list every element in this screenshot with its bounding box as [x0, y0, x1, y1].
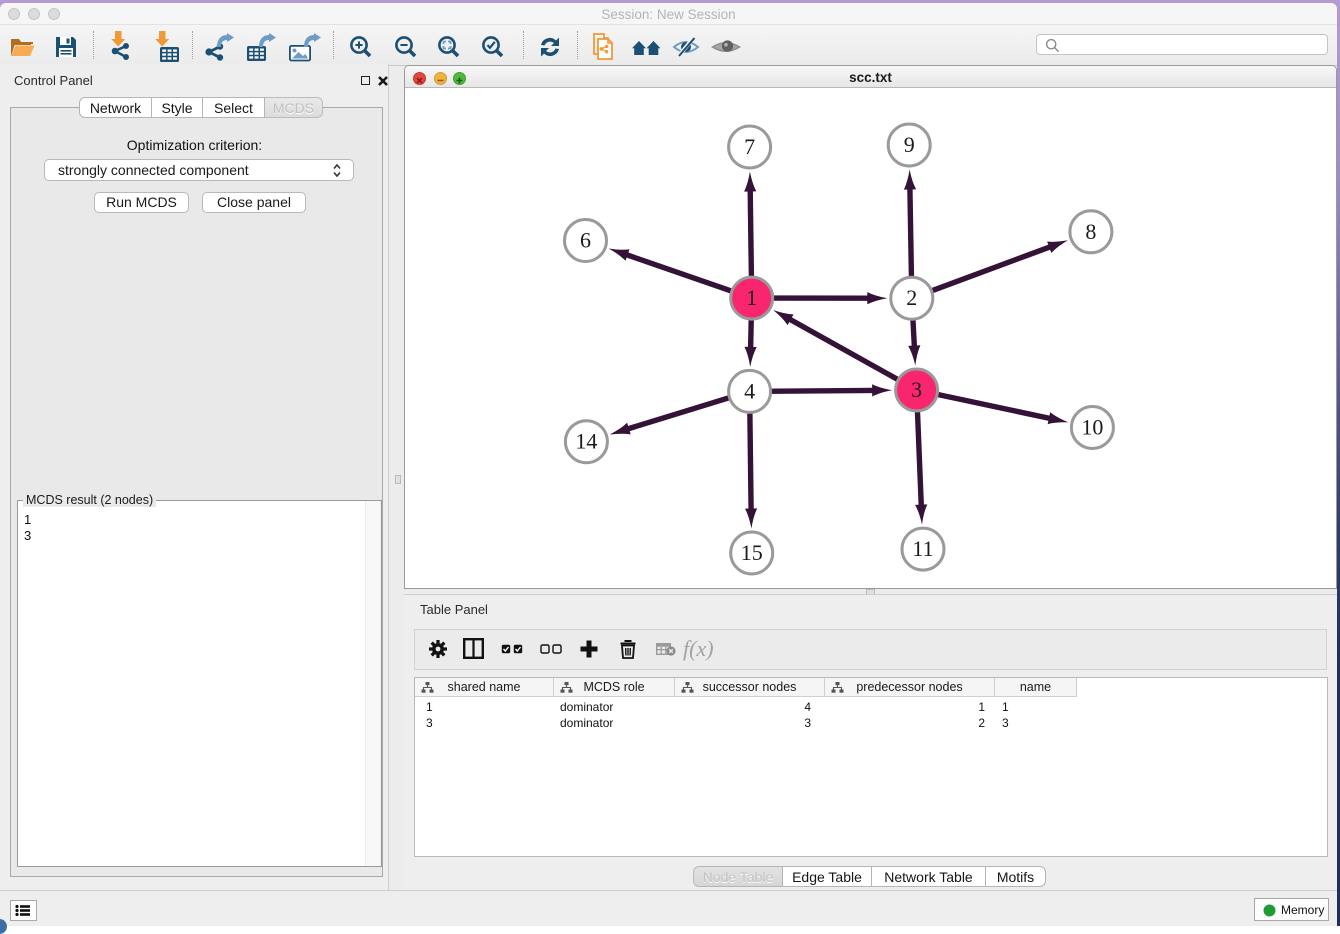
svg-text:7: 7 — [744, 134, 755, 159]
svg-text:2: 2 — [906, 285, 917, 310]
svg-text:9: 9 — [904, 132, 915, 157]
svg-text:11: 11 — [912, 536, 933, 561]
svg-text:6: 6 — [580, 228, 591, 253]
svg-text:10: 10 — [1081, 415, 1103, 440]
svg-text:f(x): f(x) — [683, 636, 714, 661]
svg-text:15: 15 — [741, 540, 763, 565]
svg-text:14: 14 — [575, 429, 597, 454]
svg-text:3: 3 — [911, 377, 922, 402]
svg-text:4: 4 — [744, 378, 755, 403]
svg-text:1: 1 — [746, 285, 757, 310]
svg-text:8: 8 — [1085, 219, 1096, 244]
